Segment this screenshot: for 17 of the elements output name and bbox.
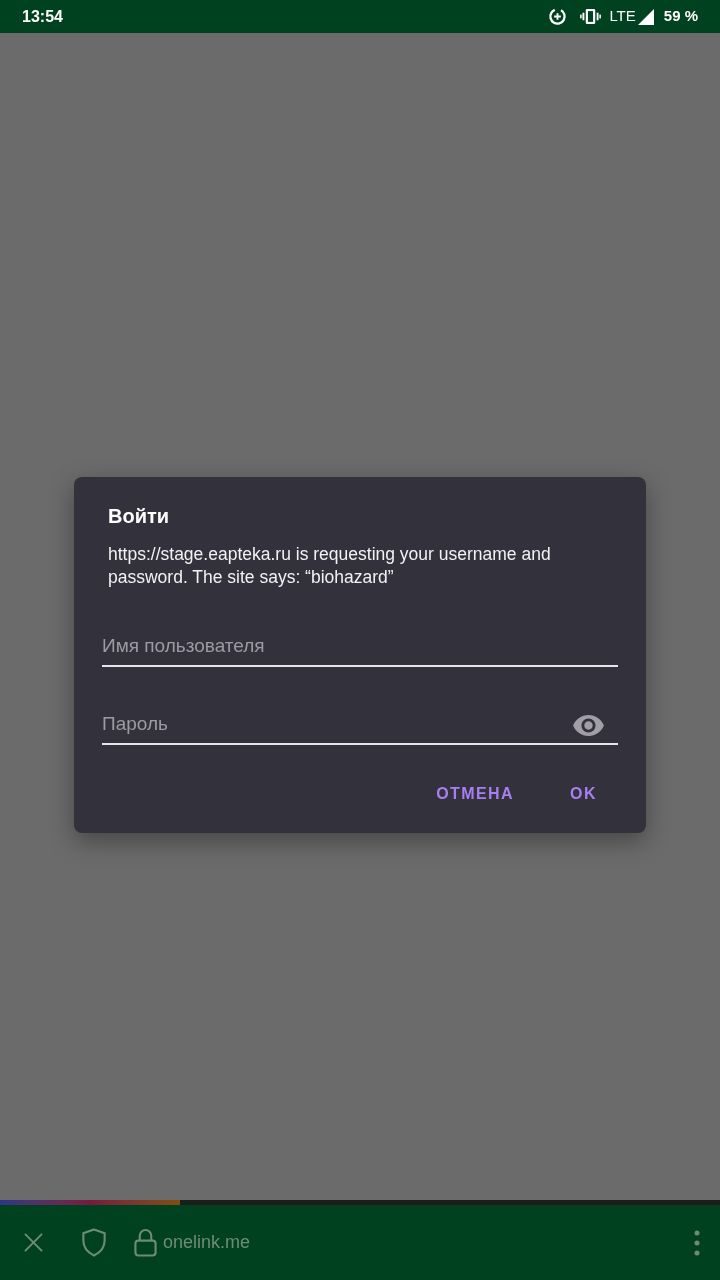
dialog-button[interactable]: ОТМЕНА bbox=[428, 776, 523, 812]
eye-icon[interactable] bbox=[573, 715, 604, 736]
url-text[interactable]: onelink.me bbox=[163, 1229, 251, 1256]
network-type: LTE bbox=[609, 6, 636, 27]
close-icon[interactable] bbox=[24, 1233, 43, 1252]
shield-icon[interactable] bbox=[81, 1228, 107, 1257]
more-menu-icon[interactable] bbox=[694, 1229, 700, 1256]
vibrate-icon bbox=[580, 8, 602, 25]
dialog-title: Войти bbox=[108, 504, 171, 529]
data-saver-icon bbox=[548, 7, 568, 26]
status-time: 13:54 bbox=[22, 6, 63, 27]
lock-icon bbox=[134, 1228, 157, 1257]
dialog-button[interactable]: OK bbox=[562, 776, 605, 812]
dialog-message: https://stage.eapteka.ru is requesting your username and password. The site says: “biohazard” bbox=[108, 543, 552, 589]
battery-level: 59 % bbox=[663, 6, 698, 27]
input-field[interactable]: Имя пользователя bbox=[102, 627, 618, 667]
signal-icon bbox=[637, 8, 654, 25]
